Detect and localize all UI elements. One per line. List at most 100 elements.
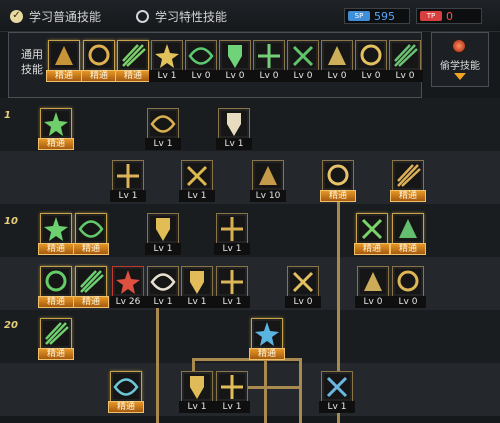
sp-value: 595 bbox=[374, 9, 395, 23]
green-banner-icon bbox=[389, 40, 421, 71]
skill-level-label: 精通 bbox=[390, 190, 426, 202]
tree-skill-slot[interactable]: 精通 bbox=[249, 318, 285, 360]
tp-value: 0 bbox=[446, 9, 453, 23]
green-cut-icon bbox=[40, 266, 72, 297]
blue-crystal-icon bbox=[251, 318, 283, 349]
green-vine-strike-icon bbox=[40, 108, 72, 139]
skill-level-label: Lv 0 bbox=[319, 70, 355, 82]
tree-skill-slot[interactable]: 精通 bbox=[38, 213, 74, 255]
tree-skill-slot[interactable]: Lv 0 bbox=[285, 266, 321, 308]
white-crescent-slash-icon bbox=[147, 266, 179, 297]
tab-trait-skills-label: 学习特性技能 bbox=[155, 9, 228, 24]
common-skill-slot[interactable]: 精通 bbox=[46, 40, 82, 82]
tree-skill-slot[interactable]: Lv 1 bbox=[110, 160, 146, 202]
common-skill-slot[interactable]: 精通 bbox=[81, 40, 117, 82]
tree-skill-slot[interactable]: Lv 1 bbox=[179, 371, 215, 413]
tree-skill-slot[interactable]: Lv 1 bbox=[145, 266, 181, 308]
common-skill-slot[interactable]: Lv 0 bbox=[183, 40, 219, 82]
blue-sword-icon bbox=[321, 371, 353, 402]
tree-skill-slot[interactable]: Lv 1 bbox=[214, 371, 250, 413]
green-hook-icon bbox=[392, 213, 424, 244]
green-blade-icon bbox=[40, 213, 72, 244]
tree-skill-slot[interactable]: 精通 bbox=[73, 213, 109, 255]
tree-skill-slot[interactable]: 精通 bbox=[38, 266, 74, 308]
steal-skill-button[interactable]: 偷学技能 bbox=[431, 32, 489, 87]
tp-counter: TP 0 bbox=[416, 8, 482, 24]
green-slash-icon bbox=[356, 213, 388, 244]
golden-seal-icon bbox=[321, 40, 353, 71]
skill-level-label: Lv 10 bbox=[250, 190, 286, 202]
tree-skill-slot[interactable]: 精通 bbox=[320, 160, 356, 202]
tab-normal-skills-label: 学习普通技能 bbox=[29, 9, 102, 24]
level-marker-20: 20 bbox=[4, 320, 18, 331]
skill-level-label: Lv 1 bbox=[214, 243, 250, 255]
runner-dash-icon bbox=[117, 40, 149, 71]
tree-skill-slot[interactable]: Lv 1 bbox=[179, 266, 215, 308]
tree-skill-slot[interactable]: Lv 0 bbox=[390, 266, 426, 308]
skill-level-label: 精通 bbox=[73, 243, 109, 255]
golden-wing-icon bbox=[181, 371, 213, 402]
skill-level-label: 精通 bbox=[115, 70, 151, 82]
skill-level-label: Lv 0 bbox=[285, 70, 321, 82]
skill-level-label: Lv 1 bbox=[145, 138, 181, 150]
golden-shield-icon bbox=[322, 160, 354, 191]
common-skill-slot[interactable]: Lv 0 bbox=[387, 40, 423, 82]
golden-moon-icon bbox=[357, 266, 389, 297]
tree-skill-slot[interactable]: Lv 1 bbox=[319, 371, 355, 413]
tree-skill-slot[interactable]: Lv 0 bbox=[355, 266, 391, 308]
common-skill-slot[interactable]: Lv 0 bbox=[319, 40, 355, 82]
skill-level-label: 精通 bbox=[38, 296, 74, 308]
tree-connector-line bbox=[299, 358, 302, 423]
golden-spikes-icon bbox=[392, 160, 424, 191]
common-skill-slot[interactable]: Lv 0 bbox=[285, 40, 321, 82]
skill-level-label: Lv 1 bbox=[145, 296, 181, 308]
green-crosshair-icon bbox=[185, 40, 217, 71]
skill-level-label: 精通 bbox=[38, 243, 74, 255]
tree-skill-slot[interactable]: 精通 bbox=[354, 213, 390, 255]
common-skill-slot[interactable]: Lv 1 bbox=[149, 40, 185, 82]
common-skill-slot[interactable]: Lv 0 bbox=[251, 40, 287, 82]
tree-skill-slot[interactable]: 精通 bbox=[390, 213, 426, 255]
tree-skill-slot[interactable]: Lv 1 bbox=[214, 213, 250, 255]
common-skill-slot[interactable]: Lv 0 bbox=[217, 40, 253, 82]
skill-level-label: Lv 0 bbox=[387, 70, 423, 82]
golden-whirl-icon bbox=[216, 213, 248, 244]
tree-skill-slot[interactable]: Lv 1 bbox=[145, 108, 181, 150]
tab-normal-skills[interactable]: ✓ 学习普通技能 bbox=[10, 6, 101, 26]
common-skill-slot[interactable]: Lv 0 bbox=[353, 40, 389, 82]
tree-skill-slot[interactable]: Lv 1 bbox=[214, 266, 250, 308]
golden-claw-icon bbox=[147, 108, 179, 139]
skill-level-label: 精通 bbox=[320, 190, 356, 202]
steal-skill-label: 偷学技能 bbox=[440, 61, 480, 72]
check-icon: ✓ bbox=[10, 9, 23, 23]
tree-skill-slot[interactable]: 精通 bbox=[38, 108, 74, 150]
tree-skill-slot[interactable]: 精通 bbox=[390, 160, 426, 202]
common-skill-slot[interactable]: 精通 bbox=[115, 40, 151, 82]
green-runner-icon bbox=[287, 40, 319, 71]
tree-skill-slot[interactable]: Lv 10 bbox=[250, 160, 286, 202]
tree-skill-slot[interactable]: 精通 bbox=[73, 266, 109, 308]
dropdown-arrow-icon bbox=[454, 73, 466, 80]
skill-level-label: Lv 1 bbox=[216, 138, 252, 150]
tree-skill-slot[interactable]: Lv 1 bbox=[216, 108, 252, 150]
tree-skill-slot[interactable]: 精通 bbox=[38, 318, 74, 360]
tab-trait-skills[interactable]: 学习特性技能 bbox=[136, 6, 227, 26]
skill-level-label: Lv 1 bbox=[179, 190, 215, 202]
golden-cross-icon bbox=[287, 266, 319, 297]
skill-level-label: Lv 1 bbox=[110, 190, 146, 202]
skill-level-label: 精通 bbox=[46, 70, 82, 82]
golden-arrow-icon bbox=[181, 160, 213, 191]
tree-skill-slot[interactable]: 精通 bbox=[108, 371, 144, 413]
skill-level-label: Lv 1 bbox=[214, 296, 250, 308]
skill-level-label: Lv 1 bbox=[179, 296, 215, 308]
radio-ring-icon bbox=[136, 9, 149, 23]
white-slash-icon bbox=[218, 108, 250, 139]
skill-level-label: Lv 0 bbox=[285, 296, 321, 308]
skill-level-label: 精通 bbox=[354, 243, 390, 255]
tree-skill-slot[interactable]: Lv 1 bbox=[179, 160, 215, 202]
skill-level-label: 精通 bbox=[38, 348, 74, 360]
golden-roll-icon bbox=[216, 266, 248, 297]
tree-skill-slot[interactable]: Lv 1 bbox=[145, 213, 181, 255]
tree-skill-slot[interactable]: Lv 26 bbox=[110, 266, 146, 308]
skill-level-label: Lv 1 bbox=[145, 243, 181, 255]
